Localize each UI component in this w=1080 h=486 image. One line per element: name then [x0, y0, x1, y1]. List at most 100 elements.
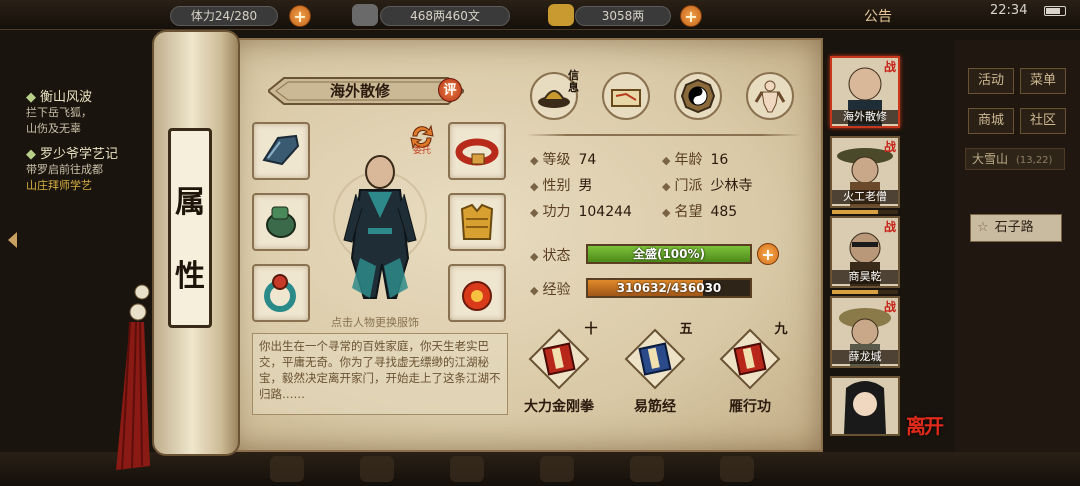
battle-tag: 战 [883, 140, 896, 154]
diamond-bullet-icon: ◆ [530, 180, 539, 193]
body-meridian-icon [754, 80, 786, 113]
collapse-arrow-icon[interactable] [8, 232, 17, 248]
belt-icon [455, 138, 499, 166]
equip-slot-belt[interactable] [448, 122, 506, 180]
exp-bar-text: 310632/436030 [616, 281, 722, 295]
notice-button[interactable]: 公告 [864, 6, 892, 26]
add-stamina-button[interactable]: + [289, 5, 311, 27]
stat-label: 年龄 [674, 152, 703, 168]
quest-title-text: 罗少爷学艺记 [40, 147, 119, 162]
settings-icon[interactable] [720, 456, 754, 482]
stamina-display: 体力24/280 [170, 6, 278, 26]
activity-button[interactable]: 活动 [968, 68, 1014, 94]
stat-label: 门派 [674, 178, 703, 194]
quest-desc: 山伤及无辜 [26, 122, 81, 135]
stat-value: 少林寺 [710, 178, 753, 194]
restore-state-button[interactable]: + [757, 243, 779, 265]
battle-tag: 战 [883, 220, 896, 234]
glove-icon [266, 206, 296, 238]
party-member-hp-bar [832, 210, 898, 214]
quest-desc: 带罗启前往成都 [26, 162, 161, 178]
amulet-icon [462, 281, 492, 311]
stat-label: 性别 [542, 178, 571, 194]
diamond-bullet-icon: ◆ [26, 147, 36, 162]
menu-button[interactable]: 菜单 [1020, 68, 1066, 94]
party-member-name: 海外散修 [832, 110, 898, 124]
party-member-card[interactable]: 战 海外散修 [830, 56, 900, 128]
region-name: 大雪山 [972, 152, 1009, 166]
diamond-bullet-icon: ◆ [662, 154, 671, 167]
equip-slot-glove[interactable] [252, 193, 310, 251]
party-member-card[interactable]: 战 商昊乾 [830, 216, 900, 288]
gold-display: 3058两 [575, 6, 671, 26]
party-member-card[interactable]: 战 薛龙城 [830, 296, 900, 368]
state-bar-text: 全盛(100%) [632, 247, 706, 261]
equip-slot-armor[interactable] [448, 193, 506, 251]
equip-slot-ring[interactable] [252, 264, 310, 322]
clock: 22:34 [990, 3, 1028, 18]
quest-title[interactable]: ◆ 衡山风波 [26, 86, 161, 105]
party-member-name: 火工老僧 [832, 190, 898, 204]
party-member-hp-bar [832, 290, 898, 294]
battle-tag: 战 [883, 300, 896, 314]
character-bio: 你出生在一个寻常的百姓家庭，你天生老实巴交，平庸无奇。你为了寻找虚无缥缈的江湖秘… [252, 333, 508, 415]
exp-bar: 310632/436030 [586, 278, 752, 298]
skills-icon[interactable] [360, 456, 394, 482]
party-member-card[interactable] [830, 376, 900, 436]
equip-slot-bracer[interactable] [252, 122, 310, 180]
stat-label: 状态 [542, 248, 571, 264]
ring-icon [264, 274, 296, 312]
stat-state: ◆ 状态 [530, 245, 578, 265]
leave-button[interactable]: 离开 [906, 410, 944, 439]
location-name: 石子路 [994, 220, 1034, 235]
sect-icon[interactable] [450, 456, 484, 482]
stat-exp: ◆ 经验 [530, 279, 578, 299]
stat-fame: ◆ 名望 485 [662, 201, 737, 221]
diamond-bullet-icon: ◆ [530, 206, 539, 219]
diamond-bullet-icon: ◆ [530, 154, 539, 167]
info-tag: 信息 [568, 69, 579, 94]
battle-tag: 战 [883, 60, 896, 74]
scroll-map-icon [611, 89, 641, 107]
quest-panel[interactable]: ◆ 衡山风波 拦下岳飞狐， 山伤及无辜 ◆ 罗少爷学艺记 带罗启前往成都 山庄拜师学… [26, 80, 161, 210]
stat-value: 男 [578, 178, 593, 194]
shop-button[interactable]: 商城 [968, 108, 1014, 134]
skill-book-icon[interactable] [624, 328, 686, 390]
skill-book-icon[interactable] [719, 328, 781, 390]
diamond-bullet-icon: ◆ [662, 180, 671, 193]
stat-value: 16 [710, 152, 729, 168]
change-outfit-hint: 点击人物更换服饰 [331, 316, 419, 329]
scroll-title: 属 性 [168, 128, 212, 328]
skill-name: 易筋经 [634, 399, 676, 415]
map-icon[interactable] [540, 456, 574, 482]
stat-value: 74 [578, 152, 597, 168]
diamond-bullet-icon: ◆ [530, 284, 539, 297]
party-member-card[interactable]: 战 火工老僧 [830, 136, 900, 208]
money-bag-icon [352, 4, 378, 26]
straw-hat-icon [538, 90, 570, 108]
party-member-name: 商昊乾 [832, 270, 898, 284]
quest-title-text: 衡山风波 [40, 90, 93, 105]
community-button[interactable]: 社区 [1020, 108, 1066, 134]
stat-label: 功力 [542, 204, 571, 220]
region-coords: (13,22) [1016, 155, 1053, 166]
friends-icon[interactable] [630, 456, 664, 482]
character-name: 海外散修 [329, 82, 390, 100]
bag-icon[interactable] [270, 456, 304, 482]
star-icon: ☆ [977, 220, 989, 235]
quest-title[interactable]: ◆ 罗少爷学艺记 [26, 143, 161, 162]
stat-value: 104244 [578, 204, 632, 220]
bracer-icon [262, 134, 300, 166]
stat-label: 名望 [674, 204, 703, 220]
yin-yang-icon [680, 78, 716, 114]
equip-slot-amulet[interactable] [448, 264, 506, 322]
character-avatar[interactable] [330, 148, 430, 306]
armor-icon [460, 203, 494, 240]
side-menu [955, 40, 1080, 486]
stat-age: ◆ 年龄 16 [662, 149, 728, 169]
skill-book-icon[interactable] [528, 328, 590, 390]
quest-desc-text: 山庄拜师学艺 [26, 179, 92, 192]
location-button[interactable]: ☆ 石子路 [970, 214, 1062, 242]
evaluate-button[interactable]: 评 [438, 78, 462, 102]
add-gold-button[interactable]: + [680, 5, 702, 27]
